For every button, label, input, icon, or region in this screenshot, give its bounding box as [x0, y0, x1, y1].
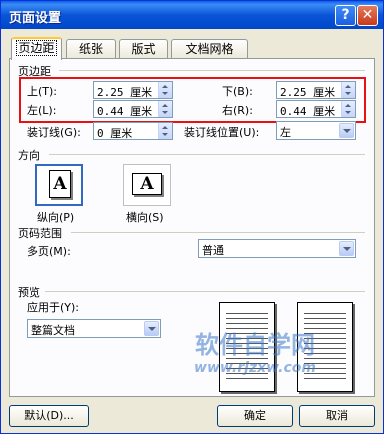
gutter-spinner[interactable]: 0 厘米 — [93, 122, 173, 140]
watermark-title: 软件自学网 — [195, 331, 315, 359]
gutter-position-value: 左 — [280, 126, 291, 139]
apply-to-select[interactable]: 整篇文档 — [27, 319, 161, 338]
default-button[interactable]: 默认(D)... — [9, 405, 89, 427]
apply-to-label: 应用于(Y): — [27, 301, 80, 314]
landscape-page-icon: A — [132, 173, 162, 195]
help-button[interactable]: ? — [335, 5, 356, 26]
landscape-option[interactable]: A — [123, 164, 171, 206]
pages-group-label: 页码范围 — [18, 227, 62, 240]
preview-divider — [45, 291, 365, 292]
multiple-pages-label: 多页(M): — [27, 245, 71, 258]
portrait-page-icon: A — [49, 170, 71, 198]
landscape-label[interactable]: 横向(S) — [126, 209, 164, 225]
orientation-divider — [49, 154, 365, 155]
tab-document-grid[interactable]: 文档网格 — [171, 39, 248, 59]
watermark-url: www.rjzxw.com — [194, 360, 316, 376]
multiple-pages-select[interactable]: 普通 — [198, 239, 356, 258]
chevron-down-icon[interactable] — [144, 321, 159, 336]
orientation-group-label: 方向 — [18, 149, 40, 162]
page-setup-dialog: 页面设置 ? ✕ 页边距 纸张 版式 文档网格 页边距 上(T): 2.25 厘… — [0, 0, 384, 434]
gutter-stepper[interactable] — [158, 123, 172, 139]
tab-margins[interactable]: 页边距 — [11, 37, 62, 60]
close-button[interactable]: ✕ — [357, 5, 378, 26]
highlight-box — [19, 77, 366, 123]
preview-group-label: 预览 — [18, 286, 40, 299]
margins-divider — [59, 70, 365, 71]
chevron-down-icon[interactable] — [339, 241, 354, 256]
ok-button[interactable]: 确定 — [217, 405, 293, 427]
gutter-position-select[interactable]: 左 — [276, 121, 356, 140]
pages-divider — [71, 232, 365, 233]
title-bar[interactable]: 页面设置 ? ✕ — [1, 1, 383, 29]
gutter-position-label: 装订线位置(U): — [184, 126, 260, 139]
portrait-label[interactable]: 纵向(P) — [37, 209, 74, 225]
apply-to-value: 整篇文档 — [31, 324, 75, 337]
watermark: 软件自学网 www.rjzxw.com — [175, 331, 335, 383]
tab-layout[interactable]: 版式 — [119, 39, 168, 59]
gutter-value: 0 厘米 — [97, 127, 133, 140]
portrait-option[interactable]: A — [35, 164, 83, 206]
chevron-down-icon[interactable] — [339, 123, 354, 138]
cancel-button[interactable]: 取消 — [299, 405, 375, 427]
multiple-pages-value: 普通 — [202, 244, 224, 257]
tab-paper[interactable]: 纸张 — [66, 39, 116, 59]
dialog-title: 页面设置 — [9, 11, 62, 26]
gutter-label: 装订线(G): — [27, 126, 81, 139]
